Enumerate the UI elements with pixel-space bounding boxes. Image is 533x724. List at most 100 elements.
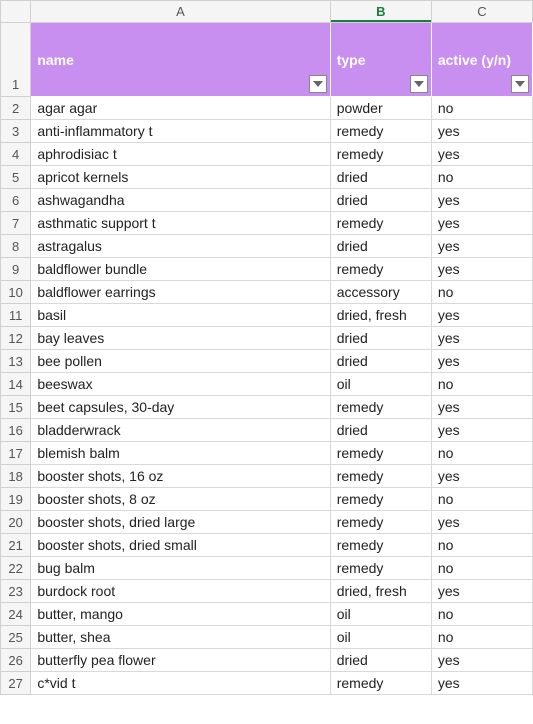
cell-active[interactable]: no: [431, 534, 532, 557]
row-number[interactable]: 8: [1, 235, 31, 258]
select-all-corner[interactable]: [1, 1, 31, 23]
cell-active[interactable]: no: [431, 281, 532, 304]
row-number[interactable]: 6: [1, 189, 31, 212]
cell-type[interactable]: powder: [330, 97, 431, 120]
row-number[interactable]: 22: [1, 557, 31, 580]
cell-name[interactable]: basil: [31, 304, 330, 327]
cell-name[interactable]: butterfly pea flower: [31, 649, 330, 672]
cell-type[interactable]: dried: [330, 235, 431, 258]
cell-active[interactable]: no: [431, 166, 532, 189]
cell-name[interactable]: agar agar: [31, 97, 330, 120]
cell-type[interactable]: remedy: [330, 511, 431, 534]
cell-type[interactable]: remedy: [330, 258, 431, 281]
cell-name[interactable]: asthmatic support t: [31, 212, 330, 235]
cell-active[interactable]: no: [431, 488, 532, 511]
cell-type[interactable]: remedy: [330, 442, 431, 465]
cell-name[interactable]: bladderwrack: [31, 419, 330, 442]
cell-active[interactable]: no: [431, 442, 532, 465]
row-number[interactable]: 15: [1, 396, 31, 419]
cell-type[interactable]: remedy: [330, 557, 431, 580]
row-number[interactable]: 16: [1, 419, 31, 442]
cell-name[interactable]: bug balm: [31, 557, 330, 580]
header-cell-active[interactable]: active (y/n): [431, 23, 532, 97]
cell-type[interactable]: remedy: [330, 120, 431, 143]
cell-active[interactable]: yes: [431, 327, 532, 350]
column-header-a[interactable]: A: [31, 1, 330, 23]
row-number[interactable]: 5: [1, 166, 31, 189]
row-number[interactable]: 3: [1, 120, 31, 143]
cell-active[interactable]: no: [431, 97, 532, 120]
cell-active[interactable]: yes: [431, 120, 532, 143]
cell-name[interactable]: blemish balm: [31, 442, 330, 465]
row-number[interactable]: 17: [1, 442, 31, 465]
cell-active[interactable]: yes: [431, 235, 532, 258]
row-number[interactable]: 19: [1, 488, 31, 511]
cell-name[interactable]: apricot kernels: [31, 166, 330, 189]
cell-name[interactable]: baldflower bundle: [31, 258, 330, 281]
row-number[interactable]: 7: [1, 212, 31, 235]
row-number[interactable]: 13: [1, 350, 31, 373]
cell-type[interactable]: dried: [330, 649, 431, 672]
cell-active[interactable]: no: [431, 603, 532, 626]
row-number[interactable]: 21: [1, 534, 31, 557]
cell-name[interactable]: bee pollen: [31, 350, 330, 373]
cell-name[interactable]: booster shots, dried small: [31, 534, 330, 557]
cell-active[interactable]: yes: [431, 396, 532, 419]
row-number[interactable]: 4: [1, 143, 31, 166]
cell-name[interactable]: booster shots, 16 oz: [31, 465, 330, 488]
cell-type[interactable]: oil: [330, 626, 431, 649]
row-number[interactable]: 14: [1, 373, 31, 396]
cell-type[interactable]: dried, fresh: [330, 580, 431, 603]
cell-name[interactable]: astragalus: [31, 235, 330, 258]
row-number[interactable]: 11: [1, 304, 31, 327]
cell-name[interactable]: booster shots, dried large: [31, 511, 330, 534]
cell-name[interactable]: butter, mango: [31, 603, 330, 626]
row-number[interactable]: 24: [1, 603, 31, 626]
row-number[interactable]: 23: [1, 580, 31, 603]
cell-type[interactable]: remedy: [330, 465, 431, 488]
row-number[interactable]: 27: [1, 672, 31, 695]
cell-active[interactable]: no: [431, 626, 532, 649]
cell-type[interactable]: dried: [330, 419, 431, 442]
cell-name[interactable]: c*vid t: [31, 672, 330, 695]
cell-name[interactable]: bay leaves: [31, 327, 330, 350]
cell-active[interactable]: yes: [431, 649, 532, 672]
header-cell-name[interactable]: name: [31, 23, 330, 97]
column-header-c[interactable]: C: [431, 1, 532, 23]
cell-active[interactable]: yes: [431, 189, 532, 212]
cell-type[interactable]: dried: [330, 350, 431, 373]
cell-name[interactable]: ashwagandha: [31, 189, 330, 212]
cell-active[interactable]: yes: [431, 419, 532, 442]
row-number[interactable]: 26: [1, 649, 31, 672]
cell-active[interactable]: yes: [431, 580, 532, 603]
row-number[interactable]: 9: [1, 258, 31, 281]
cell-type[interactable]: dried: [330, 166, 431, 189]
cell-name[interactable]: beeswax: [31, 373, 330, 396]
row-number[interactable]: 1: [1, 23, 31, 97]
cell-type[interactable]: dried: [330, 327, 431, 350]
cell-active[interactable]: yes: [431, 350, 532, 373]
cell-type[interactable]: oil: [330, 603, 431, 626]
filter-button-active[interactable]: [511, 75, 529, 93]
cell-active[interactable]: no: [431, 557, 532, 580]
cell-active[interactable]: yes: [431, 511, 532, 534]
filter-button-type[interactable]: [410, 75, 428, 93]
cell-type[interactable]: remedy: [330, 488, 431, 511]
cell-name[interactable]: burdock root: [31, 580, 330, 603]
row-number[interactable]: 25: [1, 626, 31, 649]
cell-active[interactable]: yes: [431, 672, 532, 695]
cell-type[interactable]: oil: [330, 373, 431, 396]
cell-type[interactable]: accessory: [330, 281, 431, 304]
cell-name[interactable]: aphrodisiac t: [31, 143, 330, 166]
cell-type[interactable]: dried, fresh: [330, 304, 431, 327]
cell-active[interactable]: yes: [431, 465, 532, 488]
cell-active[interactable]: yes: [431, 258, 532, 281]
filter-button-name[interactable]: [309, 75, 327, 93]
cell-name[interactable]: beet capsules, 30-day: [31, 396, 330, 419]
row-number[interactable]: 12: [1, 327, 31, 350]
cell-name[interactable]: baldflower earrings: [31, 281, 330, 304]
cell-type[interactable]: remedy: [330, 672, 431, 695]
cell-active[interactable]: yes: [431, 304, 532, 327]
cell-type[interactable]: remedy: [330, 396, 431, 419]
column-header-b[interactable]: B: [330, 1, 431, 23]
